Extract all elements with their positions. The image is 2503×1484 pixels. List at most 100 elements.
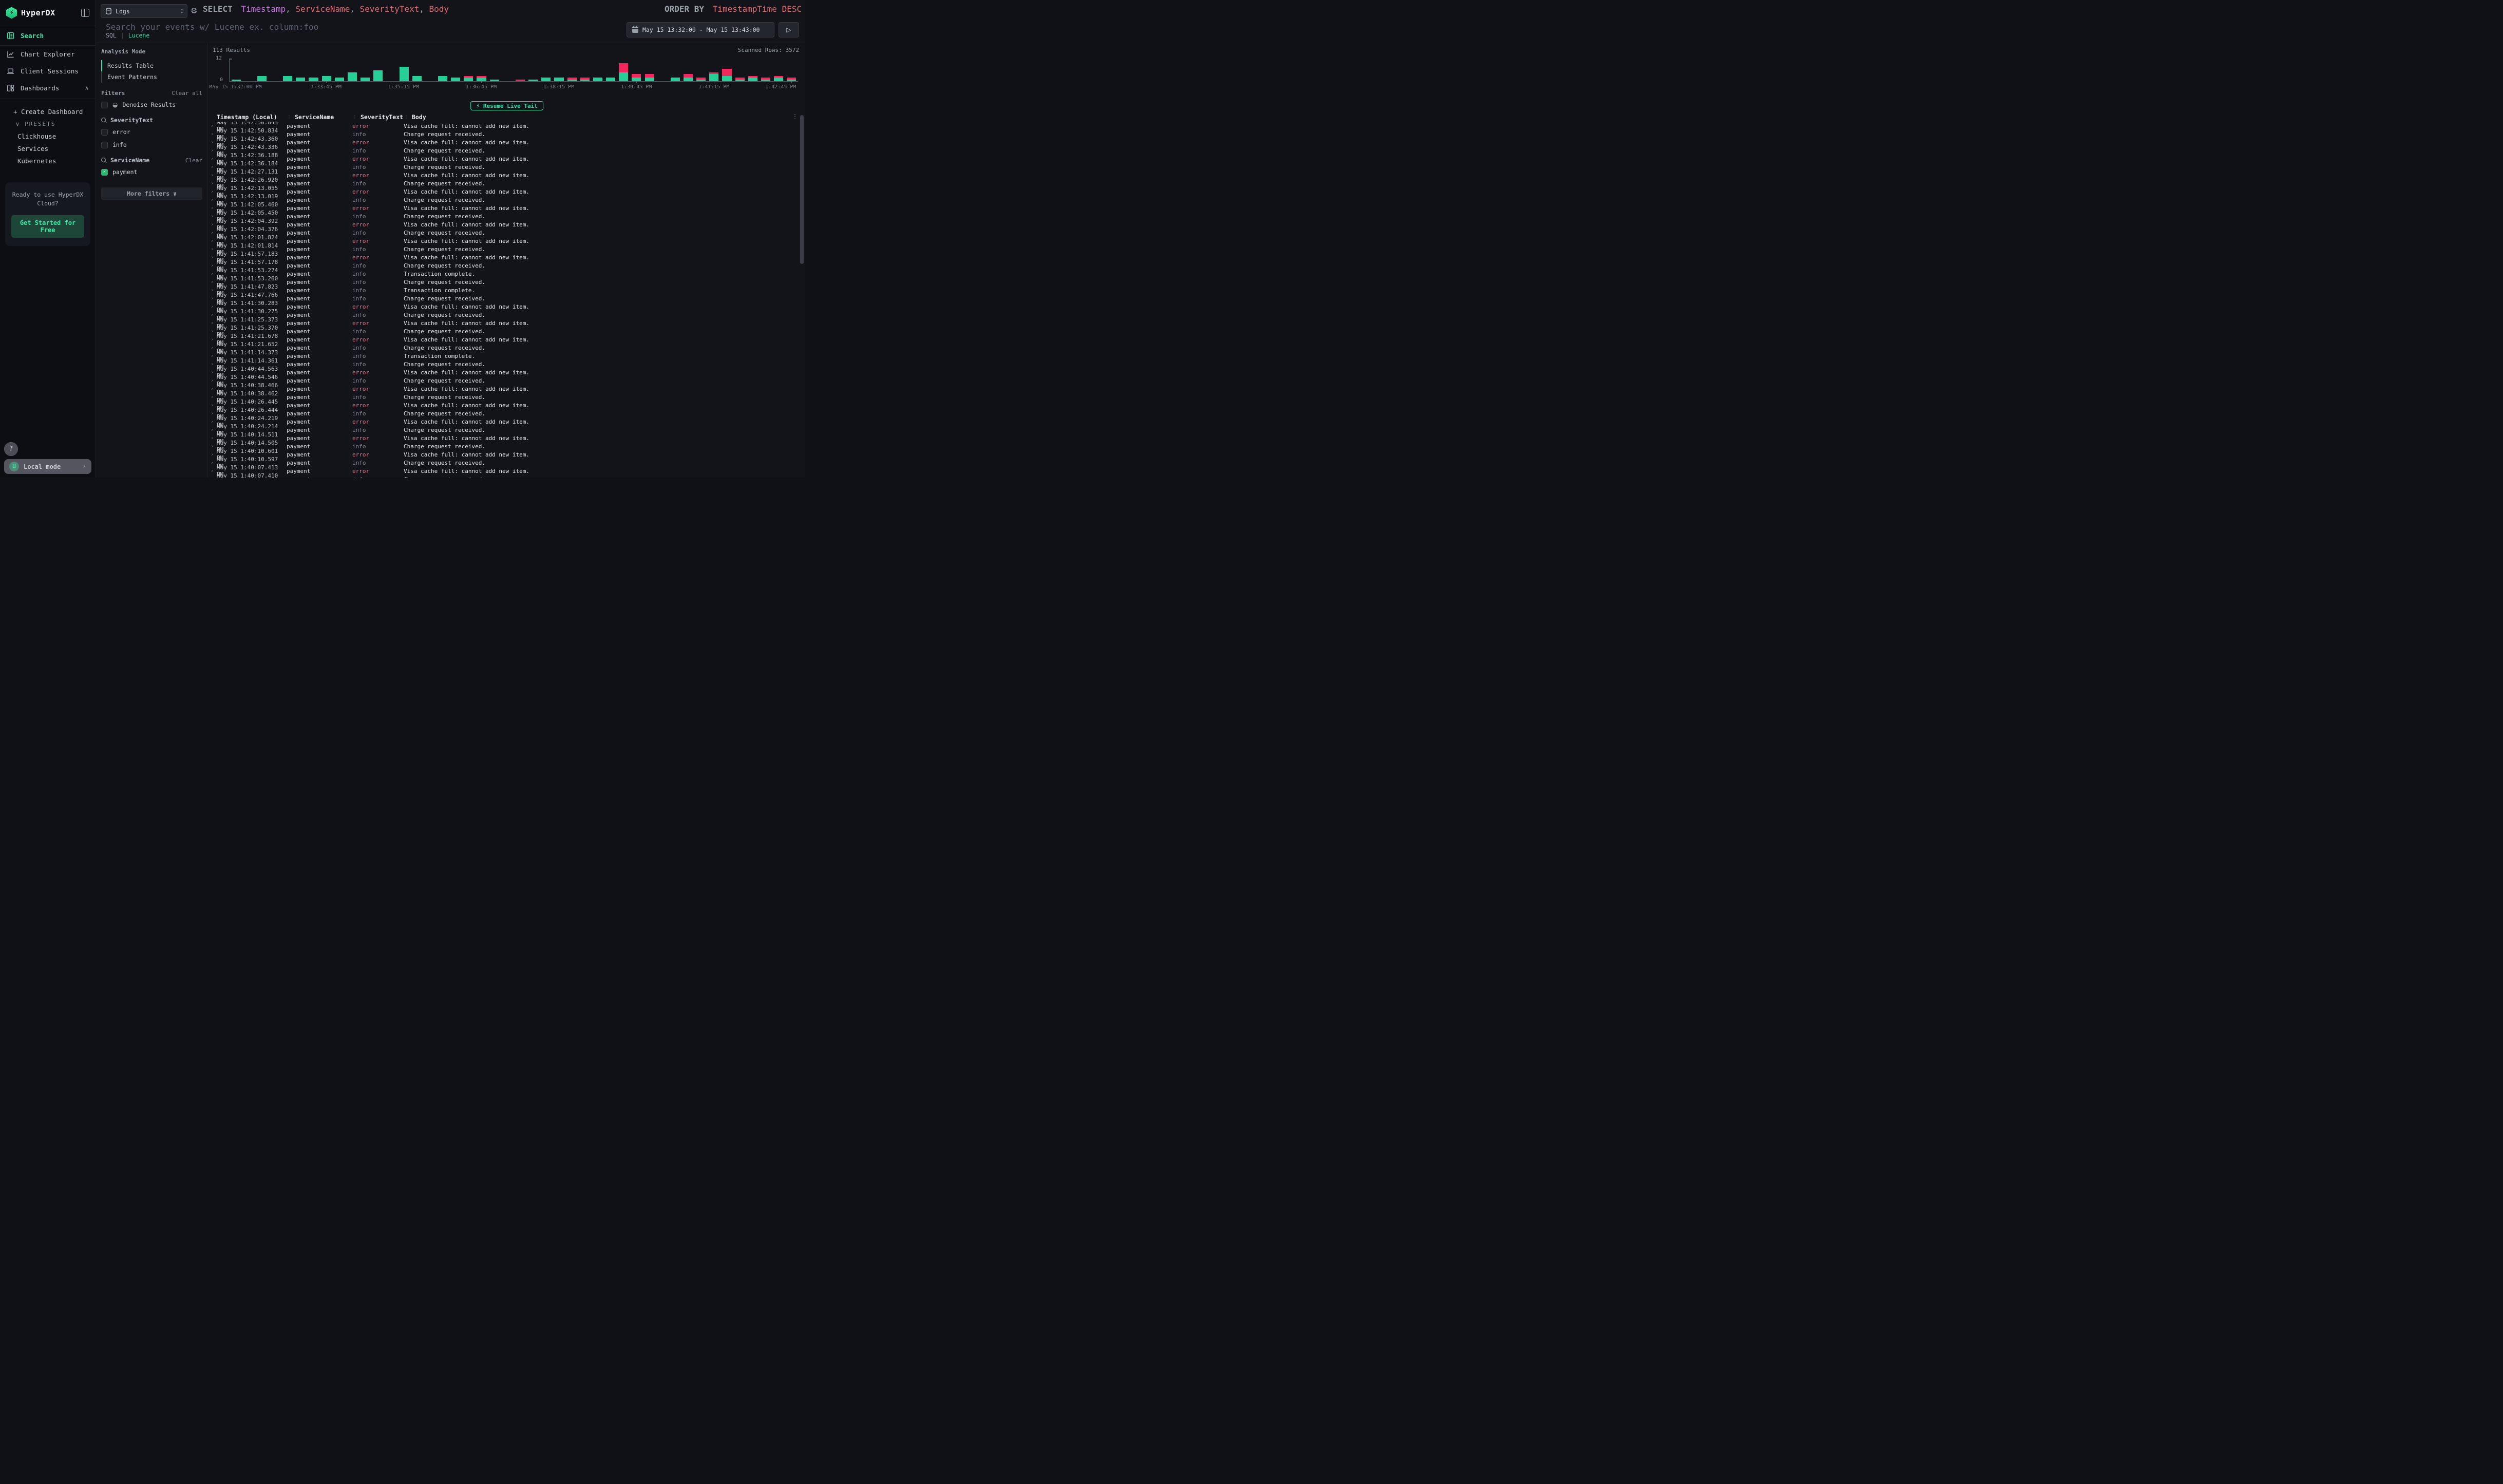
row-expand-icon[interactable]: › [208,435,217,441]
histogram-bar[interactable] [695,59,708,81]
histogram-bar[interactable] [630,59,643,81]
row-expand-icon[interactable]: › [208,271,217,277]
row-expand-icon[interactable]: › [208,131,217,137]
column-drag-handle[interactable]: ⋮ [404,115,409,120]
column-header-timestamp-local-[interactable]: Timestamp (Local) [217,113,287,121]
row-expand-icon[interactable]: › [208,255,217,260]
row-expand-icon[interactable]: › [208,230,217,236]
table-row[interactable]: ›May 15 1:41:25.373 PMpaymenterrorVisa c… [208,319,794,327]
row-expand-icon[interactable]: › [208,468,217,474]
column-drag-handle[interactable]: ⋮ [287,115,292,120]
help-button[interactable]: ? [4,442,18,456]
table-row[interactable]: ›May 15 1:41:25.370 PMpaymentinfoCharge … [208,327,794,335]
gear-icon[interactable]: ⚙ [191,6,197,15]
histogram-bar[interactable] [643,59,656,81]
table-row[interactable]: ›May 15 1:41:47.823 PMpaymentinfoTransac… [208,286,794,294]
get-started-button[interactable]: Get Started for Free [11,215,84,238]
histogram-bar[interactable] [708,59,720,81]
row-expand-icon[interactable]: › [208,353,217,359]
column-header-body[interactable]: ⋮Body [404,113,794,121]
row-expand-icon[interactable]: › [208,477,217,478]
resume-live-tail-button[interactable]: ⚡ Resume Live Tail [470,101,543,110]
row-expand-icon[interactable]: › [208,222,217,227]
table-row[interactable]: ›May 15 1:42:43.336 PMpaymentinfoCharge … [208,146,794,155]
more-filters-button[interactable]: More filters ∨ [101,187,202,200]
histogram-bar[interactable] [553,59,565,81]
histogram-bar[interactable] [462,59,475,81]
row-expand-icon[interactable]: › [208,263,217,269]
sql-columns-input[interactable]: SELECT Timestamp, ServiceName, SeverityT… [198,4,666,18]
row-expand-icon[interactable]: › [208,378,217,384]
clear-filter-button[interactable]: Clear [185,157,202,164]
collapse-sidebar-icon[interactable] [81,9,89,17]
histogram-bar[interactable] [540,59,553,81]
row-expand-icon[interactable]: › [208,189,217,195]
table-row[interactable]: ›May 15 1:42:26.920 PMpaymentinfoCharge … [208,179,794,187]
histogram-bar[interactable] [242,59,255,81]
row-expand-icon[interactable]: › [208,288,217,293]
table-row[interactable]: ›May 15 1:42:04.392 PMpaymenterrorVisa c… [208,220,794,229]
row-expand-icon[interactable]: › [208,156,217,162]
column-header-severitytext[interactable]: ⋮SeverityText [352,113,404,121]
histogram-bar[interactable] [449,59,462,81]
create-dashboard-button[interactable]: + Create Dashboard [0,105,96,118]
histogram-bar[interactable] [385,59,397,81]
row-expand-icon[interactable]: › [208,279,217,285]
row-expand-icon[interactable]: › [208,140,217,145]
table-row[interactable]: ›May 15 1:40:44.563 PMpaymenterrorVisa c… [208,368,794,376]
histogram-bar[interactable] [281,59,294,81]
histogram-bar[interactable] [230,59,242,81]
histogram-bar[interactable] [410,59,423,81]
account-switcher[interactable]: U Local mode › [4,459,91,474]
table-row[interactable]: ›May 15 1:41:53.274 PMpaymentinfoTransac… [208,270,794,278]
table-row[interactable]: ›May 15 1:42:27.131 PMpaymenterrorVisa c… [208,171,794,179]
row-expand-icon[interactable]: › [208,238,217,244]
table-row[interactable]: ›May 15 1:40:26.444 PMpaymentinfoCharge … [208,409,794,417]
run-query-button[interactable]: ▷ [779,22,799,37]
table-row[interactable]: ›May 15 1:41:30.283 PMpaymenterrorVisa c… [208,302,794,311]
table-row[interactable]: ›May 15 1:41:14.373 PMpaymentinfoTransac… [208,352,794,360]
row-expand-icon[interactable]: › [208,403,217,408]
table-row[interactable]: ›May 15 1:42:13.055 PMpaymenterrorVisa c… [208,187,794,196]
row-expand-icon[interactable]: › [208,394,217,400]
mode-sql[interactable]: SQL [106,32,117,39]
histogram-bar[interactable] [733,59,746,81]
search-input[interactable]: Search your events w/ Lucene ex. column:… [101,22,633,37]
histogram-bar[interactable] [578,59,591,81]
histogram-bar[interactable] [565,59,578,81]
sidebar-item-dashboards[interactable]: Dashboards∧ [0,80,96,97]
order-by-input[interactable]: ORDER BY TimestampTime DESC [659,4,809,18]
filter-option-info[interactable]: info [101,140,202,149]
row-expand-icon[interactable]: › [208,164,217,170]
table-row[interactable]: ›May 15 1:41:14.361 PMpaymentinfoCharge … [208,360,794,368]
table-row[interactable]: ›May 15 1:41:57.178 PMpaymentinfoCharge … [208,261,794,270]
table-row[interactable]: ›May 15 1:40:26.445 PMpaymenterrorVisa c… [208,401,794,409]
source-selector[interactable]: Logs ▴▾ [101,4,187,18]
row-expand-icon[interactable]: › [208,337,217,343]
table-row[interactable]: ›May 15 1:41:47.766 PMpaymentinfoCharge … [208,294,794,302]
histogram-bar[interactable] [681,59,694,81]
table-row[interactable]: ›May 15 1:40:14.505 PMpaymentinfoCharge … [208,442,794,450]
table-row[interactable]: ›May 15 1:42:04.376 PMpaymentinfoCharge … [208,229,794,237]
row-expand-icon[interactable]: › [208,205,217,211]
sidebar-item-chart-explorer[interactable]: Chart Explorer [0,46,96,63]
histogram-bar[interactable] [397,59,410,81]
table-row[interactable]: ›May 15 1:42:36.184 PMpaymentinfoCharge … [208,163,794,171]
histogram-bar[interactable] [527,59,540,81]
histogram-bar[interactable] [372,59,385,81]
table-row[interactable]: ›May 15 1:40:24.219 PMpaymenterrorVisa c… [208,417,794,426]
preset-kubernetes[interactable]: Kubernetes [0,155,96,167]
row-expand-icon[interactable]: › [208,214,217,219]
table-row[interactable]: ›May 15 1:41:21.652 PMpaymentinfoCharge … [208,344,794,352]
mode-lucene[interactable]: Lucene [128,32,150,39]
row-expand-icon[interactable]: › [208,197,217,203]
vertical-scrollbar[interactable] [800,115,804,264]
histogram-bar[interactable] [294,59,307,81]
histogram-bar[interactable] [307,59,320,81]
events-histogram[interactable] [229,59,798,82]
checkbox[interactable] [101,129,108,136]
table-row[interactable]: ›May 15 1:40:24.214 PMpaymentinfoCharge … [208,426,794,434]
histogram-bar[interactable] [333,59,346,81]
histogram-bar[interactable] [437,59,449,81]
denoise-results-option[interactable]: ◒ Denoise Results [101,100,202,109]
